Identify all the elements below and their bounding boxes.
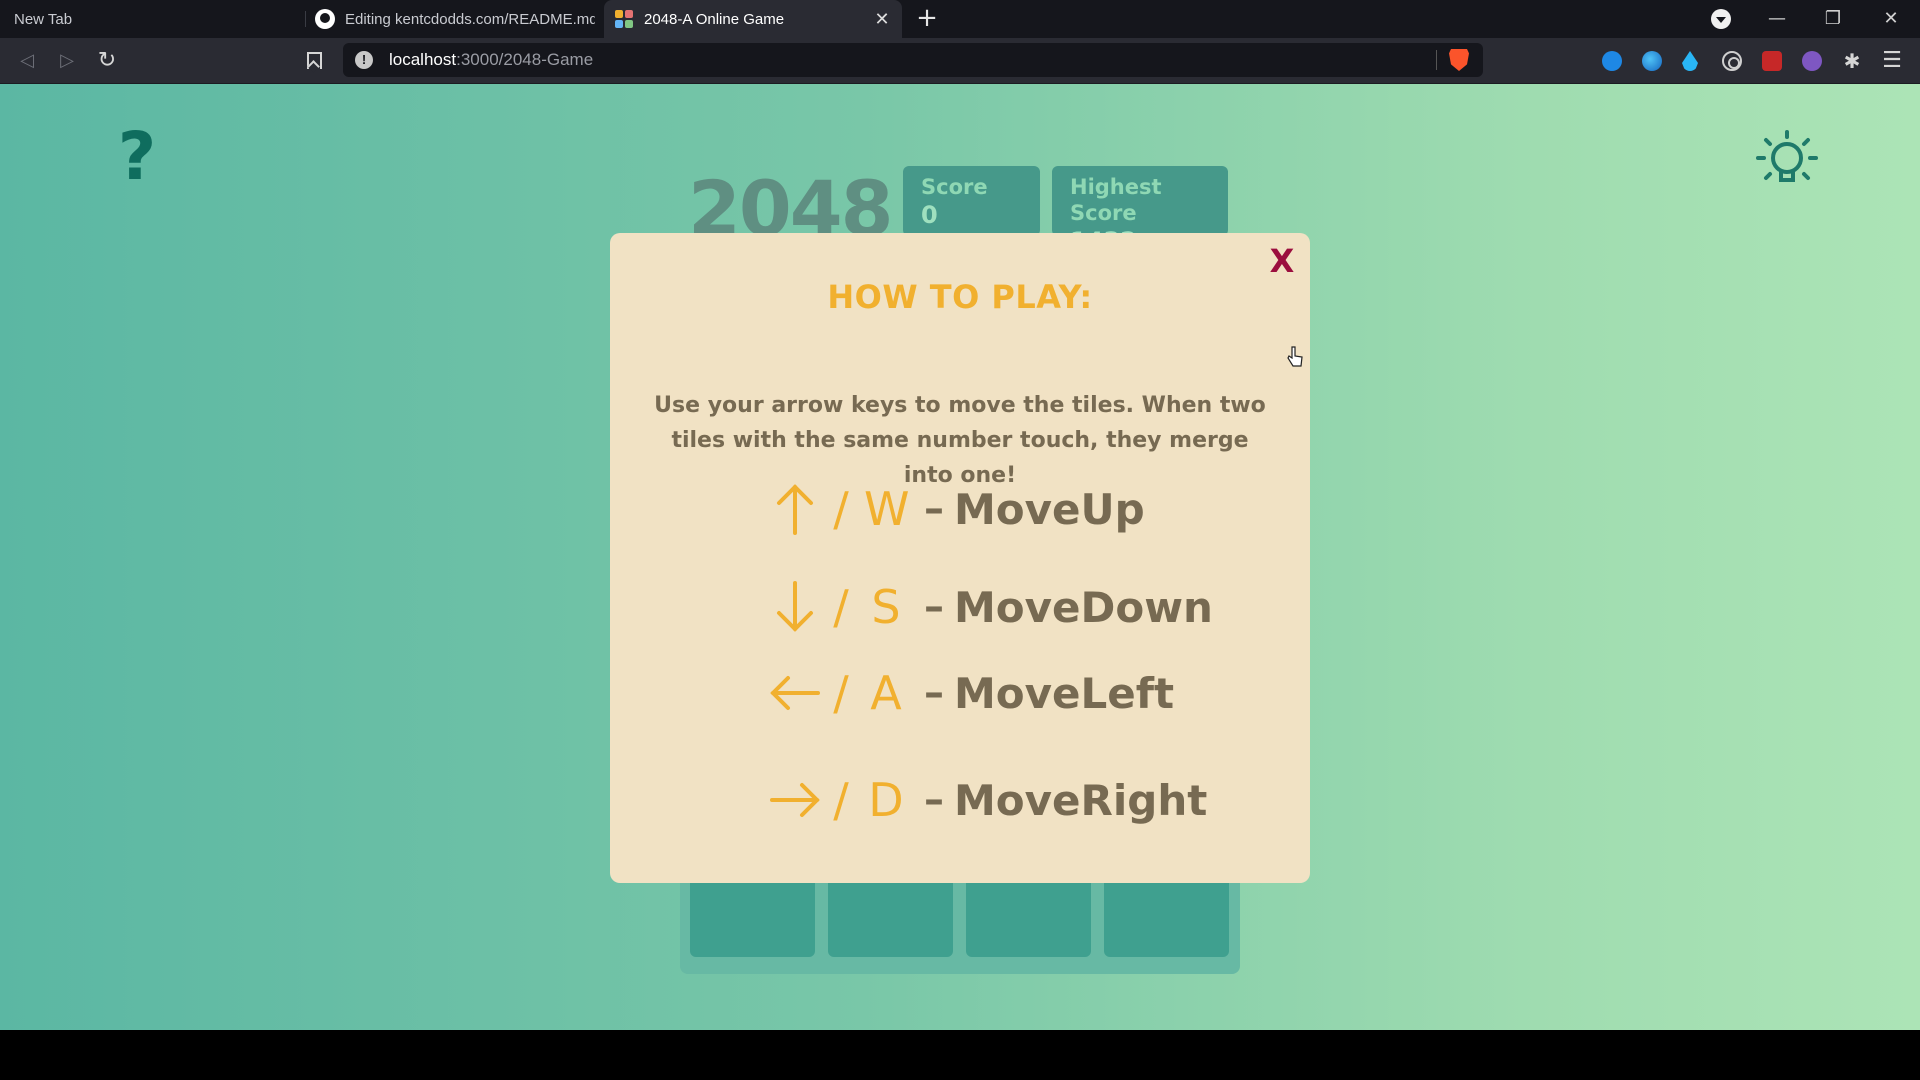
modal-close-button[interactable]: X [1268, 243, 1296, 279]
brave-shield-icon[interactable] [1449, 49, 1469, 71]
how-to-play-modal: X HOW TO PLAY: Use your arrow keys to mo… [610, 233, 1310, 883]
mouse-pointer-hand-icon [1287, 346, 1303, 367]
control-separator: / [833, 482, 849, 536]
minimize-icon[interactable]: — [1762, 6, 1792, 32]
help-question-icon[interactable]: ? [112, 122, 162, 192]
score-box: Score 0 [903, 166, 1040, 236]
control-row-right: / D – MoveRight [770, 768, 1207, 832]
extension-drop-icon[interactable] [1682, 51, 1698, 71]
browser-toolbar: ◁ ▷ ↻ ! localhost:3000/2048-Game ✱ ☰ [0, 38, 1920, 84]
tab-label: 2048-A Online Game [644, 10, 785, 28]
control-separator: / [833, 666, 849, 720]
new-tab-button[interactable]: + [914, 5, 940, 32]
modal-title: HOW TO PLAY: [827, 278, 1093, 316]
control-row-left: / A – MoveLeft [770, 661, 1174, 725]
control-key: W [864, 482, 910, 536]
control-action: MoveDown [954, 582, 1213, 632]
divider [1436, 50, 1437, 70]
control-dash: – [924, 670, 944, 716]
control-row-down: / S – MoveDown [770, 575, 1213, 639]
url-host: localhost [389, 50, 457, 69]
extension-icon[interactable] [1762, 51, 1782, 71]
bookmark-icon[interactable] [300, 48, 326, 74]
profile-dropdown-icon[interactable] [1706, 6, 1736, 32]
restore-icon[interactable]: ❐ [1818, 6, 1848, 32]
score-label: Score [921, 175, 988, 199]
close-tab-icon[interactable]: ✕ [872, 9, 892, 29]
tab-label: Editing kentcdodds.com/README.md [345, 10, 595, 28]
extension-icon[interactable] [1642, 51, 1662, 71]
tab-new-tab[interactable]: New Tab [0, 0, 305, 38]
url-path: :3000/2048-Game [456, 50, 594, 69]
close-window-icon[interactable]: ✕ [1876, 6, 1906, 32]
game-favicon-icon [614, 9, 634, 29]
tab-editing-readme[interactable]: Editing kentcdodds.com/README.md [305, 0, 603, 38]
highscore-label: Highest Score [1070, 175, 1162, 225]
github-icon [315, 9, 335, 29]
page-viewport: ? 2048 Score 0 Highest Score 1432 [0, 84, 1920, 1030]
arrow-right-icon [770, 783, 820, 817]
score-value: 0 [921, 201, 938, 229]
extensions-puzzle-icon[interactable]: ✱ [1842, 51, 1862, 71]
menu-icon[interactable]: ☰ [1882, 50, 1902, 72]
arrow-up-icon [777, 484, 813, 535]
tab-label: New Tab [14, 10, 73, 28]
back-button[interactable]: ◁ [14, 48, 40, 74]
site-info-icon[interactable]: ! [355, 51, 373, 69]
control-key: D [868, 773, 904, 827]
control-dash: – [924, 584, 944, 630]
browser-tab-strip: New Tab Editing kentcdodds.com/README.md… [0, 0, 1920, 38]
control-action: MoveLeft [954, 668, 1175, 718]
extension-icon[interactable] [1802, 51, 1822, 71]
highscore-box: Highest Score 1432 [1052, 166, 1228, 255]
theme-toggle-lightbulb-icon[interactable] [1752, 128, 1822, 198]
tab-2048-game[interactable]: 2048-A Online Game ✕ [604, 0, 902, 38]
control-separator: / [833, 580, 849, 634]
forward-button[interactable]: ▷ [54, 48, 80, 74]
control-key: S [871, 580, 901, 634]
control-action: MoveRight [954, 775, 1208, 825]
address-bar[interactable]: ! localhost:3000/2048-Game [343, 43, 1483, 77]
control-dash: – [924, 486, 944, 532]
control-dash: – [924, 777, 944, 823]
control-separator: / [833, 773, 849, 827]
control-row-up: / W – MoveUp [770, 477, 1145, 541]
extension-target-icon[interactable] [1722, 51, 1742, 71]
extension-icon[interactable] [1602, 51, 1622, 71]
arrow-down-icon [777, 581, 813, 632]
reload-button[interactable]: ↻ [94, 48, 120, 74]
control-key: A [870, 666, 902, 720]
control-action: MoveUp [954, 484, 1145, 534]
arrow-left-icon [770, 676, 820, 710]
